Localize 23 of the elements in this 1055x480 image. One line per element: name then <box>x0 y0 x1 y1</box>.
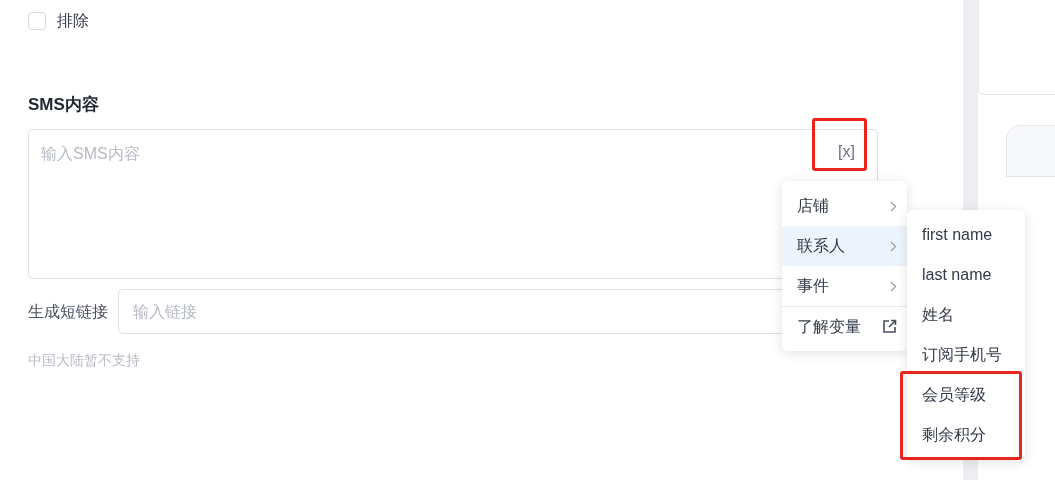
menu-item[interactable]: 联系人 <box>782 226 907 266</box>
hint-text: 中国大陆暂不支持 <box>28 351 141 370</box>
chevron-right-icon <box>890 280 897 292</box>
menu-item[interactable]: first name <box>907 215 1025 255</box>
checkbox[interactable] <box>28 12 46 30</box>
menu-item[interactable]: 订阅手机号 <box>907 335 1025 375</box>
annotation-box <box>812 118 867 171</box>
section-heading: SMS内容 <box>28 94 100 116</box>
placeholder: 输入SMS内容 <box>41 144 140 164</box>
menu-item[interactable]: last name <box>907 255 1025 295</box>
menu-item[interactable]: 店铺 <box>782 186 907 226</box>
chevron-right-icon <box>890 240 897 252</box>
menu-link[interactable]: 了解变量 <box>782 306 907 346</box>
placeholder: 输入链接 <box>133 301 197 322</box>
external-link-icon <box>882 319 897 334</box>
variable-button[interactable]: [x] <box>838 142 855 162</box>
menu-item[interactable]: 姓名 <box>907 295 1025 335</box>
menu-item[interactable]: 事件 <box>782 266 907 306</box>
field-label: 生成短链接 <box>28 301 108 322</box>
menu-item[interactable]: 剩余积分 <box>907 415 1025 455</box>
menu-item[interactable]: 会员等级 <box>907 375 1025 415</box>
chevron-right-icon <box>890 200 897 212</box>
checkbox-label: 排除 <box>57 11 89 31</box>
